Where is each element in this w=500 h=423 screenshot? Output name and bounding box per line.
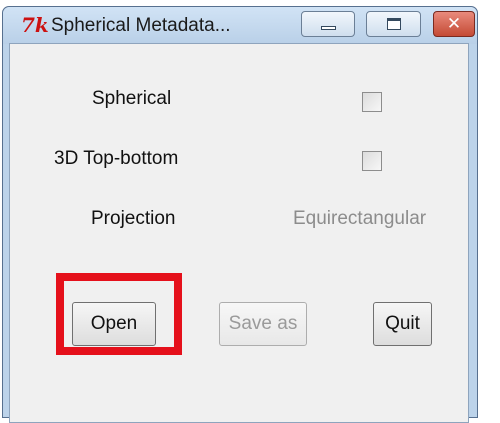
minimize-button[interactable] — [301, 11, 355, 37]
close-icon: ✕ — [446, 14, 462, 34]
quit-button[interactable]: Quit — [373, 302, 432, 346]
save-as-button: Save as — [219, 302, 307, 346]
spherical-label: Spherical — [92, 88, 172, 109]
projection-label: Projection — [91, 208, 176, 229]
top-bottom-label: 3D Top-bottom — [54, 148, 179, 169]
projection-value: Equirectangular — [293, 208, 427, 229]
dialog-body: Spherical 3D Top-bottom Projection Equir… — [9, 43, 469, 423]
title-bar[interactable]: 7k Spherical Metadata... ✕ — [3, 7, 477, 44]
window-title: Spherical Metadata... — [51, 15, 231, 36]
maximize-icon — [387, 18, 401, 30]
top-bottom-checkbox[interactable] — [362, 151, 382, 171]
minimize-icon — [321, 26, 336, 30]
open-button-highlight — [56, 273, 182, 355]
spherical-checkbox[interactable] — [362, 92, 382, 112]
close-button[interactable]: ✕ — [433, 11, 475, 37]
maximize-button[interactable] — [366, 11, 421, 37]
tk-feather-icon: 7k — [21, 13, 49, 37]
